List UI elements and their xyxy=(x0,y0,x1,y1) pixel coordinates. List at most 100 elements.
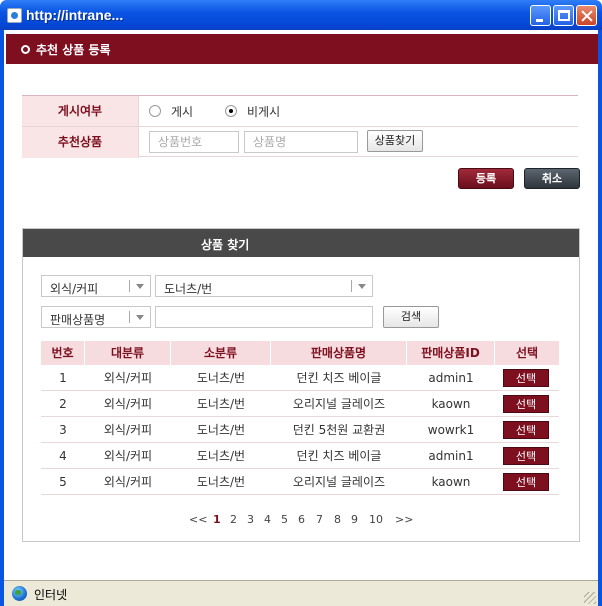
product-label: 추천상품 xyxy=(22,127,139,158)
cell-category1: 외식/커피 xyxy=(103,475,153,489)
cell-category2: 도너츠/번 xyxy=(196,475,246,489)
table-row: 4 외식/커피 도너츠/번 던킨 치즈 베이글 admin1 선택 xyxy=(41,443,559,469)
cell-select: 선택 xyxy=(495,365,559,390)
cell-no: 5 xyxy=(59,475,67,489)
product-no-field[interactable] xyxy=(149,131,239,153)
select-separator xyxy=(129,311,130,323)
col-product-id: 판매상품ID xyxy=(407,341,495,365)
globe-icon xyxy=(12,586,27,601)
minimize-button[interactable] xyxy=(530,5,551,26)
select-button[interactable]: 선택 xyxy=(503,447,549,465)
search-panel-title: 상품 찾기 xyxy=(201,238,250,252)
category1-select[interactable]: 외식/커피 xyxy=(41,275,151,297)
table-row: 3 외식/커피 도너츠/번 던킨 5천원 교환권 wowrk1 선택 xyxy=(41,417,559,443)
status-zone-text: 인터넷 xyxy=(34,588,68,602)
cell-category2: 도너츠/번 xyxy=(196,449,246,463)
product-row: 추천상품 상품찾기 xyxy=(22,127,578,158)
cell-category1: 외식/커피 xyxy=(103,423,153,437)
cell-no: 3 xyxy=(59,423,67,437)
pager-page-link[interactable]: 9 xyxy=(351,513,358,526)
display-row: 게시여부 게시 비게시 xyxy=(22,96,578,127)
category2-value: 도너츠/번 xyxy=(164,282,213,296)
pager-page-link[interactable]: 1 xyxy=(213,513,221,526)
cell-product-name: 던킨 치즈 베이글 xyxy=(296,449,382,463)
select-button[interactable]: 선택 xyxy=(503,421,549,439)
cell-select: 선택 xyxy=(495,417,559,442)
table-row: 5 외식/커피 도너츠/번 오리지널 글레이즈 kaown 선택 xyxy=(41,469,559,495)
product-search-panel: 상품 찾기 외식/커피 도너츠/번 판매상품명 검색 번호 대분류 소분류 판매… xyxy=(22,228,580,542)
ie-page-icon xyxy=(7,8,22,23)
cancel-button[interactable]: 취소 xyxy=(524,168,580,189)
window-title: http://intrane... xyxy=(26,7,124,23)
search-field-value: 판매상품명 xyxy=(50,313,106,327)
product-name-input[interactable] xyxy=(245,132,357,152)
cell-product-id: kaown xyxy=(431,397,471,411)
cell-category2: 도너츠/번 xyxy=(196,423,246,437)
cell-product-name: 던킨 치즈 베이글 xyxy=(296,371,382,385)
radio-display-yes[interactable] xyxy=(149,105,161,117)
search-panel-header: 상품 찾기 xyxy=(23,229,579,257)
cell-category2: 도너츠/번 xyxy=(196,371,246,385)
cell-select: 선택 xyxy=(495,391,559,416)
cell-product-id: admin1 xyxy=(428,371,474,385)
search-field-select[interactable]: 판매상품명 xyxy=(41,306,151,328)
category1-value: 외식/커피 xyxy=(50,282,99,296)
find-product-button[interactable]: 상품찾기 xyxy=(367,130,423,152)
pager-page-link[interactable]: 10 xyxy=(369,513,383,526)
page-title: 추천 상품 등록 xyxy=(36,43,111,57)
status-bar: 인터넷 xyxy=(4,580,598,606)
chevron-down-icon xyxy=(136,315,144,320)
cell-product-name: 던킨 5천원 교환권 xyxy=(292,423,386,437)
keyword-field[interactable] xyxy=(155,306,373,328)
cell-category1: 외식/커피 xyxy=(103,371,153,385)
col-category1: 대분류 xyxy=(85,341,171,365)
resize-grip-icon[interactable] xyxy=(584,592,596,604)
cell-category2: 도너츠/번 xyxy=(196,397,246,411)
radio-display-no-label: 비게시 xyxy=(247,105,281,119)
keyword-input[interactable] xyxy=(156,307,372,327)
radio-display-no[interactable] xyxy=(225,105,237,117)
select-button[interactable]: 선택 xyxy=(503,395,549,413)
chevron-down-icon xyxy=(136,284,144,289)
select-separator xyxy=(351,280,352,292)
select-separator xyxy=(129,280,130,292)
pager-page-link[interactable]: 8 xyxy=(334,513,341,526)
select-button[interactable]: 선택 xyxy=(503,473,549,491)
table-row: 1 외식/커피 도너츠/번 던킨 치즈 베이글 admin1 선택 xyxy=(41,365,559,391)
pager-next-link[interactable]: >> xyxy=(395,513,413,526)
title-bar: http://intrane... xyxy=(0,0,602,30)
cell-product-name: 오리지널 글레이즈 xyxy=(292,475,386,489)
col-no: 번호 xyxy=(41,341,85,365)
radio-display-yes-label: 게시 xyxy=(171,105,194,119)
maximize-button[interactable] xyxy=(553,5,574,26)
select-button[interactable]: 선택 xyxy=(503,369,549,387)
product-no-input[interactable] xyxy=(150,132,238,152)
col-product-name: 판매상품명 xyxy=(271,341,407,365)
pager-page-link[interactable]: 6 xyxy=(298,513,305,526)
pager-page-link[interactable]: 4 xyxy=(264,513,271,526)
pager-page-link[interactable]: 2 xyxy=(230,513,237,526)
col-category2: 소분류 xyxy=(171,341,271,365)
col-select: 선택 xyxy=(515,346,539,360)
cell-product-name: 오리지널 글레이즈 xyxy=(292,397,386,411)
pager-page-link[interactable]: 3 xyxy=(247,513,254,526)
cell-no: 1 xyxy=(59,371,67,385)
browser-window: http://intrane... 추천 상품 등록 게시여부 게시 비게시 추… xyxy=(0,0,602,606)
display-label: 게시여부 xyxy=(22,96,139,126)
cell-no: 4 xyxy=(59,449,67,463)
close-button[interactable] xyxy=(576,5,597,26)
pager-page-link[interactable]: 7 xyxy=(316,513,323,526)
circle-bullet-icon xyxy=(21,45,30,54)
pager-page-link[interactable]: 5 xyxy=(281,513,288,526)
cell-product-id: wowrk1 xyxy=(427,423,475,437)
page-header: 추천 상품 등록 xyxy=(6,34,598,64)
table-header: 번호 대분류 소분류 판매상품명 판매상품ID 선택 xyxy=(41,341,559,365)
category2-select[interactable]: 도너츠/번 xyxy=(155,275,373,297)
pager-prev-link[interactable]: << xyxy=(189,513,207,526)
register-form: 게시여부 게시 비게시 추천상품 상품찾기 xyxy=(22,95,578,158)
cell-product-id: admin1 xyxy=(428,449,474,463)
search-button[interactable]: 검색 xyxy=(383,306,439,328)
product-name-field[interactable] xyxy=(244,131,358,153)
register-button[interactable]: 등록 xyxy=(458,168,514,189)
cell-no: 2 xyxy=(59,397,67,411)
